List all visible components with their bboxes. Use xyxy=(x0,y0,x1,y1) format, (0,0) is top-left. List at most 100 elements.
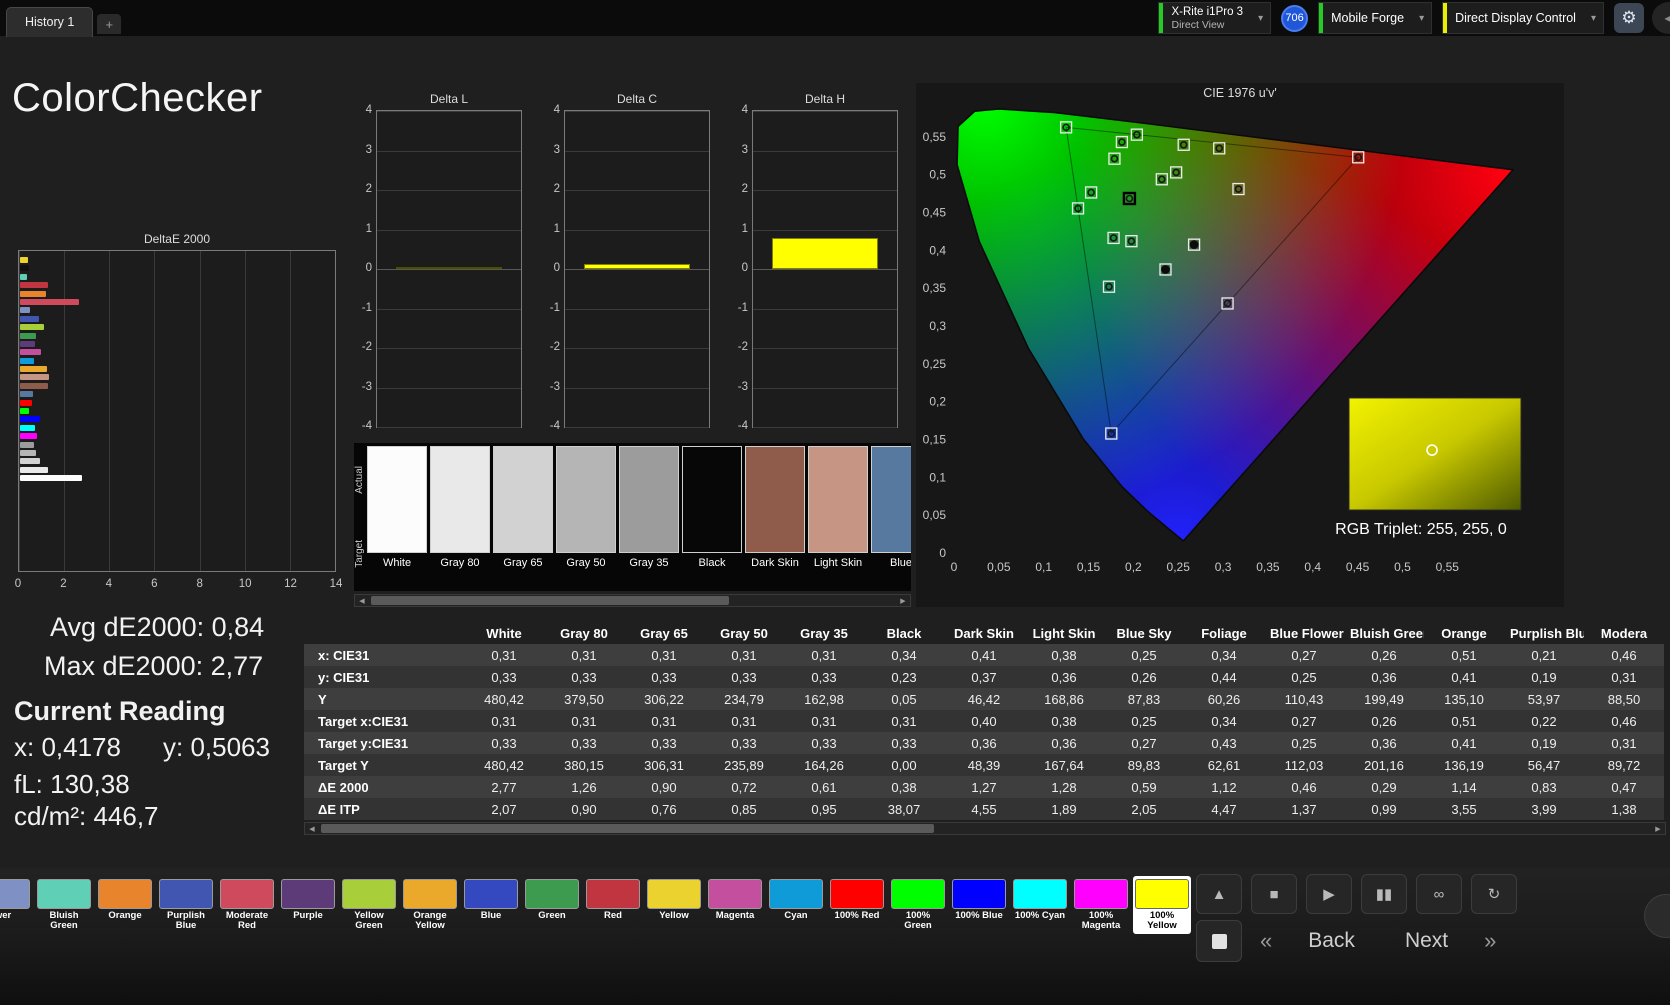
x-tick-label: 0,35 xyxy=(1256,560,1280,574)
pause-button[interactable]: ▮▮ xyxy=(1361,874,1407,914)
table-cell: 0,76 xyxy=(651,801,677,817)
swatch-strip-scrollbar[interactable]: ◀ ▶ xyxy=(354,594,911,607)
actual-row-label: Actual xyxy=(354,466,365,494)
patch-purple[interactable]: Purple xyxy=(279,876,337,934)
current-reading-heading: Current Reading xyxy=(14,696,226,726)
table-row: Target y:CIE31 0,33 0,33 0,33 0,33 0,33 0,33 0,… xyxy=(304,732,1664,754)
patch-orange[interactable]: Orange xyxy=(96,876,154,934)
add-tab-button[interactable]: + xyxy=(97,14,122,34)
table-cell: 1,26 xyxy=(571,779,597,795)
meter-count-badge[interactable]: 706 xyxy=(1281,4,1309,32)
patch-blue[interactable]: Blue xyxy=(462,876,520,934)
table-cell: 0,95 xyxy=(811,801,837,817)
delta-e-bar xyxy=(20,458,41,465)
patch-red[interactable]: Red xyxy=(584,876,642,934)
delta-e-bar xyxy=(20,391,34,398)
patch-label: wer xyxy=(0,910,12,921)
patch-100-red[interactable]: 100% Red xyxy=(828,876,886,934)
y-tick-label: 0,55 xyxy=(923,130,947,144)
refresh-button[interactable]: ↻ xyxy=(1471,874,1517,914)
y-tick-label: -2 xyxy=(549,341,560,353)
table-cell: 234,79 xyxy=(724,691,764,707)
first-page-button[interactable]: « xyxy=(1256,928,1276,954)
table-cell: 110,43 xyxy=(1284,691,1324,707)
patch-purplish-blue[interactable]: Purplish Blue xyxy=(157,876,215,934)
patch-100-green[interactable]: 100% Green xyxy=(889,876,947,934)
history-tab[interactable]: History 1 xyxy=(6,6,94,37)
edge-round-button[interactable] xyxy=(1644,894,1670,938)
patch-magenta[interactable]: Magenta xyxy=(706,876,764,934)
patch-moderate-red[interactable]: Moderate Red xyxy=(218,876,276,934)
patch-label: Purplish Blue xyxy=(166,910,205,931)
patch-orange-yellow[interactable]: Orange Yellow xyxy=(401,876,459,934)
patch-yellow[interactable]: Yellow xyxy=(645,876,703,934)
target-row-label: Target xyxy=(354,540,365,568)
table-cell: 0,36 xyxy=(1051,669,1077,685)
table-cell: 4,47 xyxy=(1211,801,1237,817)
y-tick-label: 0 xyxy=(741,262,748,274)
y-tick-label: 0,35 xyxy=(923,281,947,295)
scrollbar-track[interactable] xyxy=(319,823,1651,834)
display-control-dropdown[interactable]: Direct Display Control ▾ xyxy=(1442,2,1604,34)
next-button[interactable]: Next xyxy=(1387,929,1466,953)
table-cell: 88,50 xyxy=(1607,691,1641,707)
pattern-window-button[interactable] xyxy=(1196,920,1242,962)
eject-button[interactable]: ▲ xyxy=(1196,874,1242,914)
table-cell: 0,25 xyxy=(1291,735,1317,751)
delta-e-bar xyxy=(20,307,31,314)
scroll-right-icon[interactable]: ▶ xyxy=(896,597,910,605)
table-cell: 0,27 xyxy=(1131,735,1157,751)
patch-100-cyan[interactable]: 100% Cyan xyxy=(1011,876,1069,934)
table-row: x: CIE31 0,31 0,31 0,31 0,31 0,31 0,34 0,41 0,38… xyxy=(304,644,1664,666)
delta-h-title: Delta H xyxy=(804,92,845,106)
play-button[interactable]: ▶ xyxy=(1306,874,1352,914)
y-tick-label: 0,1 xyxy=(929,470,946,484)
swatch-item: Gray 35 xyxy=(619,446,679,591)
x-tick-label: 0 xyxy=(14,578,22,590)
cie-diagram: CIE 1976 u'v' 00 0,05 0,05 0,1 0,1 0,15 0,15 0,… xyxy=(923,86,1522,574)
meter-dropdown[interactable]: X-Rite i1Pro 3 Direct View ▾ xyxy=(1158,2,1272,34)
y-tick-label: 0,45 xyxy=(923,205,947,219)
x-tick-label: 0,3 xyxy=(1215,560,1232,574)
settings-gear-button[interactable]: ⚙ xyxy=(1614,3,1644,33)
table-cell: 0,33 xyxy=(731,669,757,685)
scrollbar-thumb[interactable] xyxy=(371,596,730,605)
patch-cyan[interactable]: Cyan xyxy=(767,876,825,934)
cie-title: CIE 1976 u'v' xyxy=(1203,86,1277,100)
scrollbar-thumb[interactable] xyxy=(321,824,934,833)
chevron-left-icon: ◀ xyxy=(1664,11,1670,25)
patch-100-blue[interactable]: 100% Blue xyxy=(950,876,1008,934)
patch-label: 100% Blue xyxy=(955,910,1003,921)
stop-button[interactable]: ■ xyxy=(1251,874,1297,914)
gridline xyxy=(753,111,897,112)
patch-swatch xyxy=(37,879,91,909)
table-cell: 46,42 xyxy=(967,691,1001,707)
table-row: Y 480,42 379,50 306,22 234,79 162,98 0,05 46,42… xyxy=(304,688,1664,710)
table-cell: 135,10 xyxy=(1444,691,1484,707)
delta-e-bar xyxy=(20,382,49,389)
table-cell: 1,14 xyxy=(1451,779,1477,795)
y-tick-label: -3 xyxy=(549,380,560,393)
last-page-button[interactable]: » xyxy=(1480,928,1500,954)
back-button[interactable]: Back xyxy=(1290,929,1373,953)
patch-100-yellow[interactable]: 100% Yellow xyxy=(1133,876,1191,934)
patch-bluish-green[interactable]: Bluish Green xyxy=(35,876,93,934)
scroll-left-icon[interactable]: ◀ xyxy=(305,825,319,833)
y-tick-label: 0 xyxy=(365,262,372,274)
scroll-right-icon[interactable]: ▶ xyxy=(1651,825,1665,833)
table-cell: 0,33 xyxy=(811,735,837,751)
patch-green[interactable]: Green xyxy=(523,876,581,934)
table-scrollbar[interactable]: ◀ ▶ xyxy=(304,822,1666,835)
patch-wer[interactable]: wer xyxy=(0,876,32,934)
x-tick-label: 0,4 xyxy=(1304,560,1321,574)
patch-100-magenta[interactable]: 100% Magenta xyxy=(1072,876,1130,934)
scrollbar-track[interactable] xyxy=(369,595,896,606)
swatch-item: Gray 80 xyxy=(430,446,490,591)
source-dropdown[interactable]: Mobile Forge ▾ xyxy=(1318,2,1433,34)
scroll-left-icon[interactable]: ◀ xyxy=(355,597,369,605)
table-cell: 0,31 xyxy=(491,647,517,663)
table-cell: 60,26 xyxy=(1207,691,1241,707)
patch-yellow-green[interactable]: Yellow Green xyxy=(340,876,398,934)
loop-button[interactable]: ∞ xyxy=(1416,874,1462,914)
table-cell: 48,39 xyxy=(967,757,1001,773)
